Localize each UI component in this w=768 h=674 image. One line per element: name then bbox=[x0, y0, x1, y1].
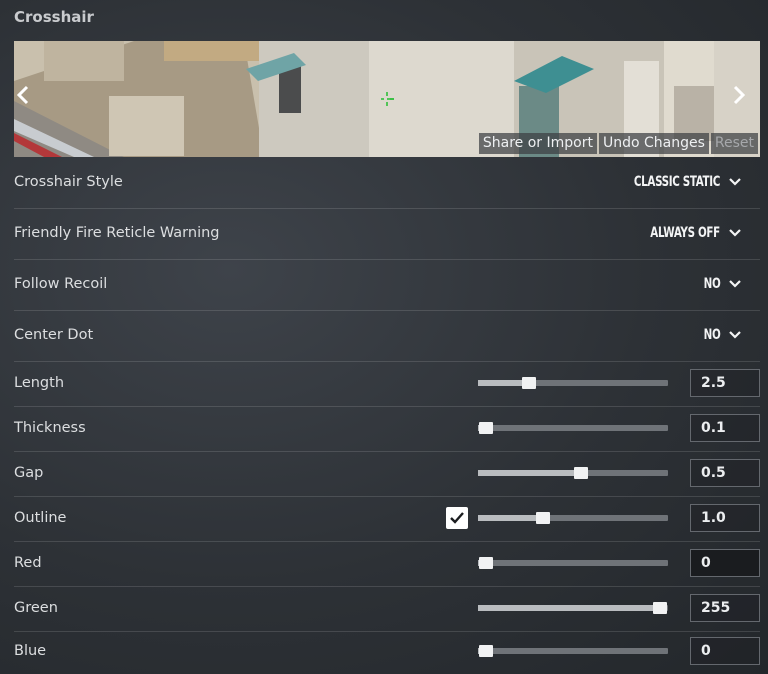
setting-row-center-dot: Center Dot NO bbox=[14, 311, 760, 362]
slider-thumb[interactable] bbox=[653, 602, 668, 614]
setting-label: Blue bbox=[14, 643, 47, 659]
dropdown-value: CLASSIC STATIC bbox=[633, 174, 720, 190]
green-input[interactable]: 255 bbox=[690, 594, 760, 622]
share-import-button[interactable]: Share or Import bbox=[478, 133, 597, 154]
setting-label: Center Dot bbox=[14, 327, 94, 343]
length-slider[interactable] bbox=[478, 377, 668, 389]
preview-next-button[interactable] bbox=[732, 85, 758, 113]
checkmark-icon bbox=[450, 512, 464, 524]
slider-fill bbox=[478, 605, 661, 611]
slider-fill bbox=[478, 470, 581, 476]
outline-slider[interactable] bbox=[478, 512, 668, 524]
reset-button[interactable]: Reset bbox=[710, 133, 758, 154]
setting-label: Thickness bbox=[14, 420, 86, 436]
dropdown-value: ALWAYS OFF bbox=[650, 225, 720, 241]
chevron-left-icon bbox=[16, 85, 29, 105]
chevron-down-icon bbox=[729, 331, 741, 339]
gap-slider[interactable] bbox=[478, 467, 668, 479]
blue-input[interactable]: 0 bbox=[690, 637, 760, 665]
setting-row-thickness: Thickness 0.1 bbox=[14, 407, 760, 452]
preview-prev-button[interactable] bbox=[16, 85, 42, 113]
slider-thumb[interactable] bbox=[478, 422, 493, 434]
crosshair-style-dropdown[interactable]: CLASSIC STATIC bbox=[615, 174, 742, 190]
red-input[interactable]: 0 bbox=[690, 549, 760, 577]
dropdown-value: NO bbox=[703, 276, 720, 292]
thickness-input[interactable]: 0.1 bbox=[690, 414, 760, 442]
setting-label: Follow Recoil bbox=[14, 276, 108, 292]
setting-row-outline: Outline 1.0 bbox=[14, 497, 760, 542]
green-slider[interactable] bbox=[478, 602, 668, 614]
slider-thumb[interactable] bbox=[478, 557, 493, 569]
setting-label: Length bbox=[14, 375, 65, 391]
setting-label: Outline bbox=[14, 510, 67, 526]
undo-changes-button[interactable]: Undo Changes bbox=[598, 133, 709, 154]
setting-row-red: Red 0 bbox=[14, 542, 760, 587]
setting-row-blue: Blue 0 bbox=[14, 632, 760, 673]
follow-recoil-dropdown[interactable]: NO bbox=[700, 276, 742, 292]
dropdown-value: NO bbox=[703, 327, 720, 343]
slider-fill bbox=[478, 515, 543, 521]
blue-slider[interactable] bbox=[478, 645, 668, 657]
setting-label: Gap bbox=[14, 465, 44, 481]
crosshair-preview: Share or Import Undo Changes Reset bbox=[14, 41, 760, 157]
thickness-slider[interactable] bbox=[478, 422, 668, 434]
setting-row-crosshair-style: Crosshair Style CLASSIC STATIC bbox=[14, 158, 760, 209]
setting-row-length: Length 2.5 bbox=[14, 362, 760, 407]
setting-label: Crosshair Style bbox=[14, 174, 123, 190]
slider-thumb[interactable] bbox=[478, 645, 493, 657]
chevron-down-icon bbox=[729, 229, 741, 237]
center-dot-dropdown[interactable]: NO bbox=[700, 327, 742, 343]
setting-label: Green bbox=[14, 600, 58, 616]
section-title: Crosshair bbox=[14, 8, 94, 26]
chevron-right-icon bbox=[733, 85, 746, 105]
setting-row-green: Green 255 bbox=[14, 587, 760, 632]
setting-row-gap: Gap 0.5 bbox=[14, 452, 760, 497]
setting-row-friendly-fire: Friendly Fire Reticle Warning ALWAYS OFF bbox=[14, 209, 760, 260]
outline-input[interactable]: 1.0 bbox=[690, 504, 760, 532]
slider-thumb[interactable] bbox=[573, 467, 588, 479]
slider-thumb[interactable] bbox=[535, 512, 550, 524]
setting-label: Red bbox=[14, 555, 42, 571]
chevron-down-icon bbox=[729, 280, 741, 288]
chevron-down-icon bbox=[729, 178, 741, 186]
setting-row-follow-recoil: Follow Recoil NO bbox=[14, 260, 760, 311]
setting-label: Friendly Fire Reticle Warning bbox=[14, 225, 220, 241]
slider-thumb[interactable] bbox=[522, 377, 537, 389]
red-slider[interactable] bbox=[478, 557, 668, 569]
friendly-fire-dropdown[interactable]: ALWAYS OFF bbox=[635, 225, 742, 241]
gap-input[interactable]: 0.5 bbox=[690, 459, 760, 487]
outline-checkbox[interactable] bbox=[446, 507, 468, 529]
length-input[interactable]: 2.5 bbox=[690, 369, 760, 397]
